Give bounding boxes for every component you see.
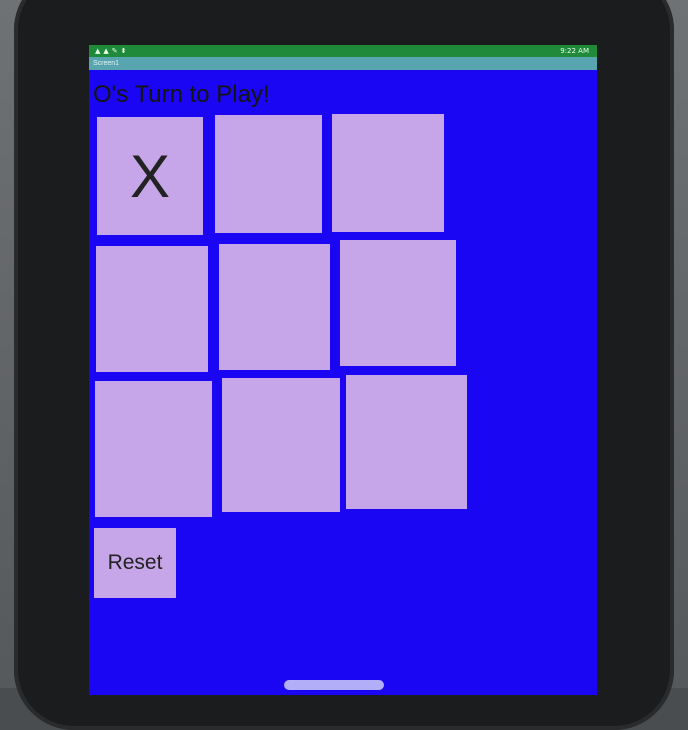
status-time: 9:22 AM <box>560 47 589 55</box>
board-cell-4[interactable] <box>96 246 208 372</box>
reset-button[interactable]: Reset <box>94 528 176 598</box>
notification-icons: ▲▲✎⬍ <box>95 47 130 55</box>
status-bar: ▲▲✎⬍ 9:22 AM <box>89 45 597 57</box>
app-screen: ▲▲✎⬍ 9:22 AM Screen1 O's Turn to Play! X… <box>89 45 597 695</box>
board-cell-6[interactable] <box>340 240 456 366</box>
screen-title: Screen1 <box>93 60 120 67</box>
board-cell-9[interactable] <box>346 375 467 509</box>
turn-label: O's Turn to Play! <box>93 81 270 108</box>
board-cell-7[interactable] <box>95 381 212 517</box>
board-cell-2[interactable] <box>215 115 322 233</box>
board-cell-3[interactable] <box>332 114 444 232</box>
title-bar: Screen1 <box>89 57 597 70</box>
home-indicator <box>284 680 384 690</box>
board-cell-1[interactable]: X <box>97 117 203 235</box>
board-cell-5[interactable] <box>219 244 330 370</box>
board-cell-8[interactable] <box>222 378 340 512</box>
